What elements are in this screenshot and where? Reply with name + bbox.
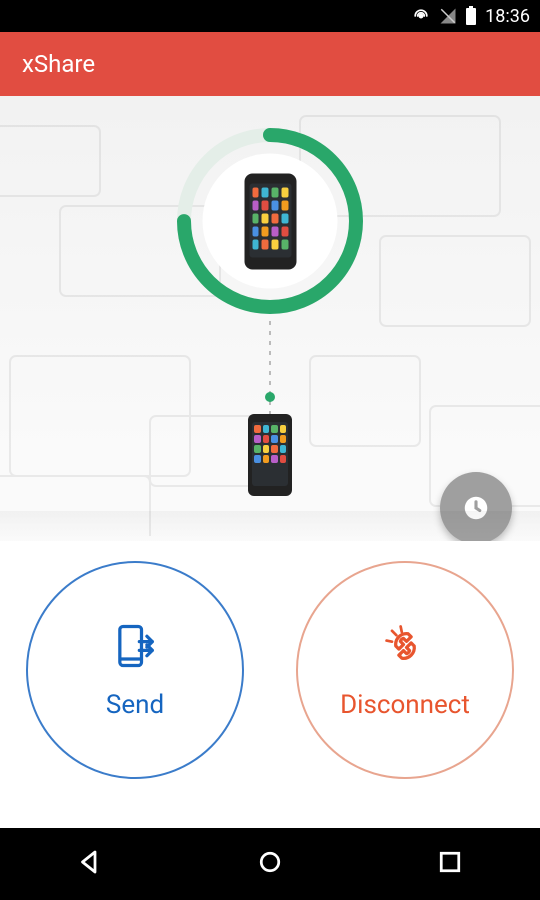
- action-bar: xShare: [0, 32, 540, 96]
- action-buttons-row: Send Disconnect: [0, 541, 540, 828]
- send-button[interactable]: Send: [26, 561, 244, 779]
- stage-fade: [0, 511, 540, 541]
- disconnect-button-label: Disconnect: [340, 690, 470, 720]
- phone-illustration-small: [248, 414, 292, 496]
- main-stage: Send Disconnect: [0, 96, 540, 828]
- primary-device-avatar: [203, 154, 338, 289]
- signal-off-icon: [439, 7, 457, 25]
- app-title: xShare: [22, 50, 95, 78]
- nav-back-button[interactable]: [75, 847, 105, 881]
- nav-recent-button[interactable]: [435, 847, 465, 881]
- status-bar: 18:36: [0, 0, 540, 32]
- recent-icon: [435, 847, 465, 877]
- status-time: 18:36: [485, 6, 530, 27]
- battery-icon: [465, 6, 477, 26]
- back-icon: [75, 847, 105, 877]
- primary-device-progress: [175, 126, 365, 316]
- home-icon: [255, 847, 285, 877]
- nav-home-button[interactable]: [255, 847, 285, 881]
- system-nav-bar: [0, 828, 540, 900]
- disconnect-button[interactable]: Disconnect: [296, 561, 514, 779]
- hotspot-icon: [411, 6, 431, 26]
- secondary-device-avatar: [210, 399, 330, 511]
- send-button-label: Send: [106, 690, 164, 720]
- phone-illustration-large: [244, 173, 296, 269]
- send-icon: [109, 620, 161, 672]
- disconnect-icon: [379, 620, 431, 672]
